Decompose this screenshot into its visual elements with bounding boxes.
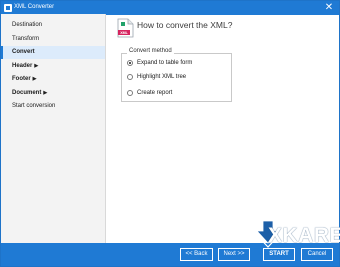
sidebar-item-header[interactable]: Header ▶ — [1, 60, 105, 73]
sidebar-item-destination[interactable]: Destination — [1, 19, 105, 32]
sidebar-item-label: Document — [12, 90, 42, 96]
start-button[interactable]: START — [263, 248, 295, 261]
app-icon — [4, 4, 12, 12]
back-button[interactable]: << Back — [180, 248, 213, 261]
page-title: How to convert the XML? — [137, 20, 233, 30]
xml-file-icon: XML — [117, 18, 134, 38]
xml-icon-label: XML — [120, 31, 128, 35]
radio-button[interactable] — [127, 60, 133, 66]
sidebar-item-label: Header — [12, 63, 33, 69]
option-label: Expand to table form — [137, 60, 193, 66]
sidebar-item-start-conversion[interactable]: Start conversion — [1, 100, 105, 113]
sidebar-item-label: Convert — [12, 49, 35, 55]
sidebar: Destination Transform Convert Header ▶ Fo… — [1, 14, 106, 243]
chevron-right-icon: ▶ — [34, 63, 39, 69]
close-button[interactable]: ✕ — [323, 2, 335, 14]
group-label: Convert method — [127, 48, 174, 54]
chevron-right-icon: ▶ — [43, 90, 48, 96]
cancel-button[interactable]: Cancel — [301, 248, 333, 261]
title-bar[interactable]: XML Converter ✕ — [1, 1, 339, 15]
option-expand-to-table[interactable]: Expand to table form — [127, 58, 192, 68]
option-highlight-xml-tree[interactable]: Highlight XML tree — [127, 72, 186, 82]
sidebar-item-label: Destination — [12, 22, 43, 28]
option-label: Highlight XML tree — [137, 74, 187, 80]
window-title: XML Converter — [14, 4, 55, 10]
next-button[interactable]: Next >> — [218, 248, 250, 261]
radio-button[interactable] — [127, 90, 133, 96]
sidebar-item-document[interactable]: Document ▶ — [1, 87, 105, 100]
sidebar-item-label: Transform — [12, 36, 40, 42]
radio-button[interactable] — [127, 74, 133, 80]
option-label: Create report — [137, 90, 173, 96]
option-create-report[interactable]: Create report — [127, 88, 172, 98]
sidebar-item-convert[interactable]: Convert — [1, 46, 105, 59]
sidebar-item-label: Footer — [12, 76, 31, 82]
brand-text: XKARE — [268, 224, 340, 247]
sidebar-item-footer[interactable]: Footer ▶ — [1, 73, 105, 86]
sidebar-item-label: Start conversion — [12, 103, 56, 109]
sidebar-item-transform[interactable]: Transform — [1, 33, 105, 46]
chevron-right-icon: ▶ — [32, 76, 37, 82]
